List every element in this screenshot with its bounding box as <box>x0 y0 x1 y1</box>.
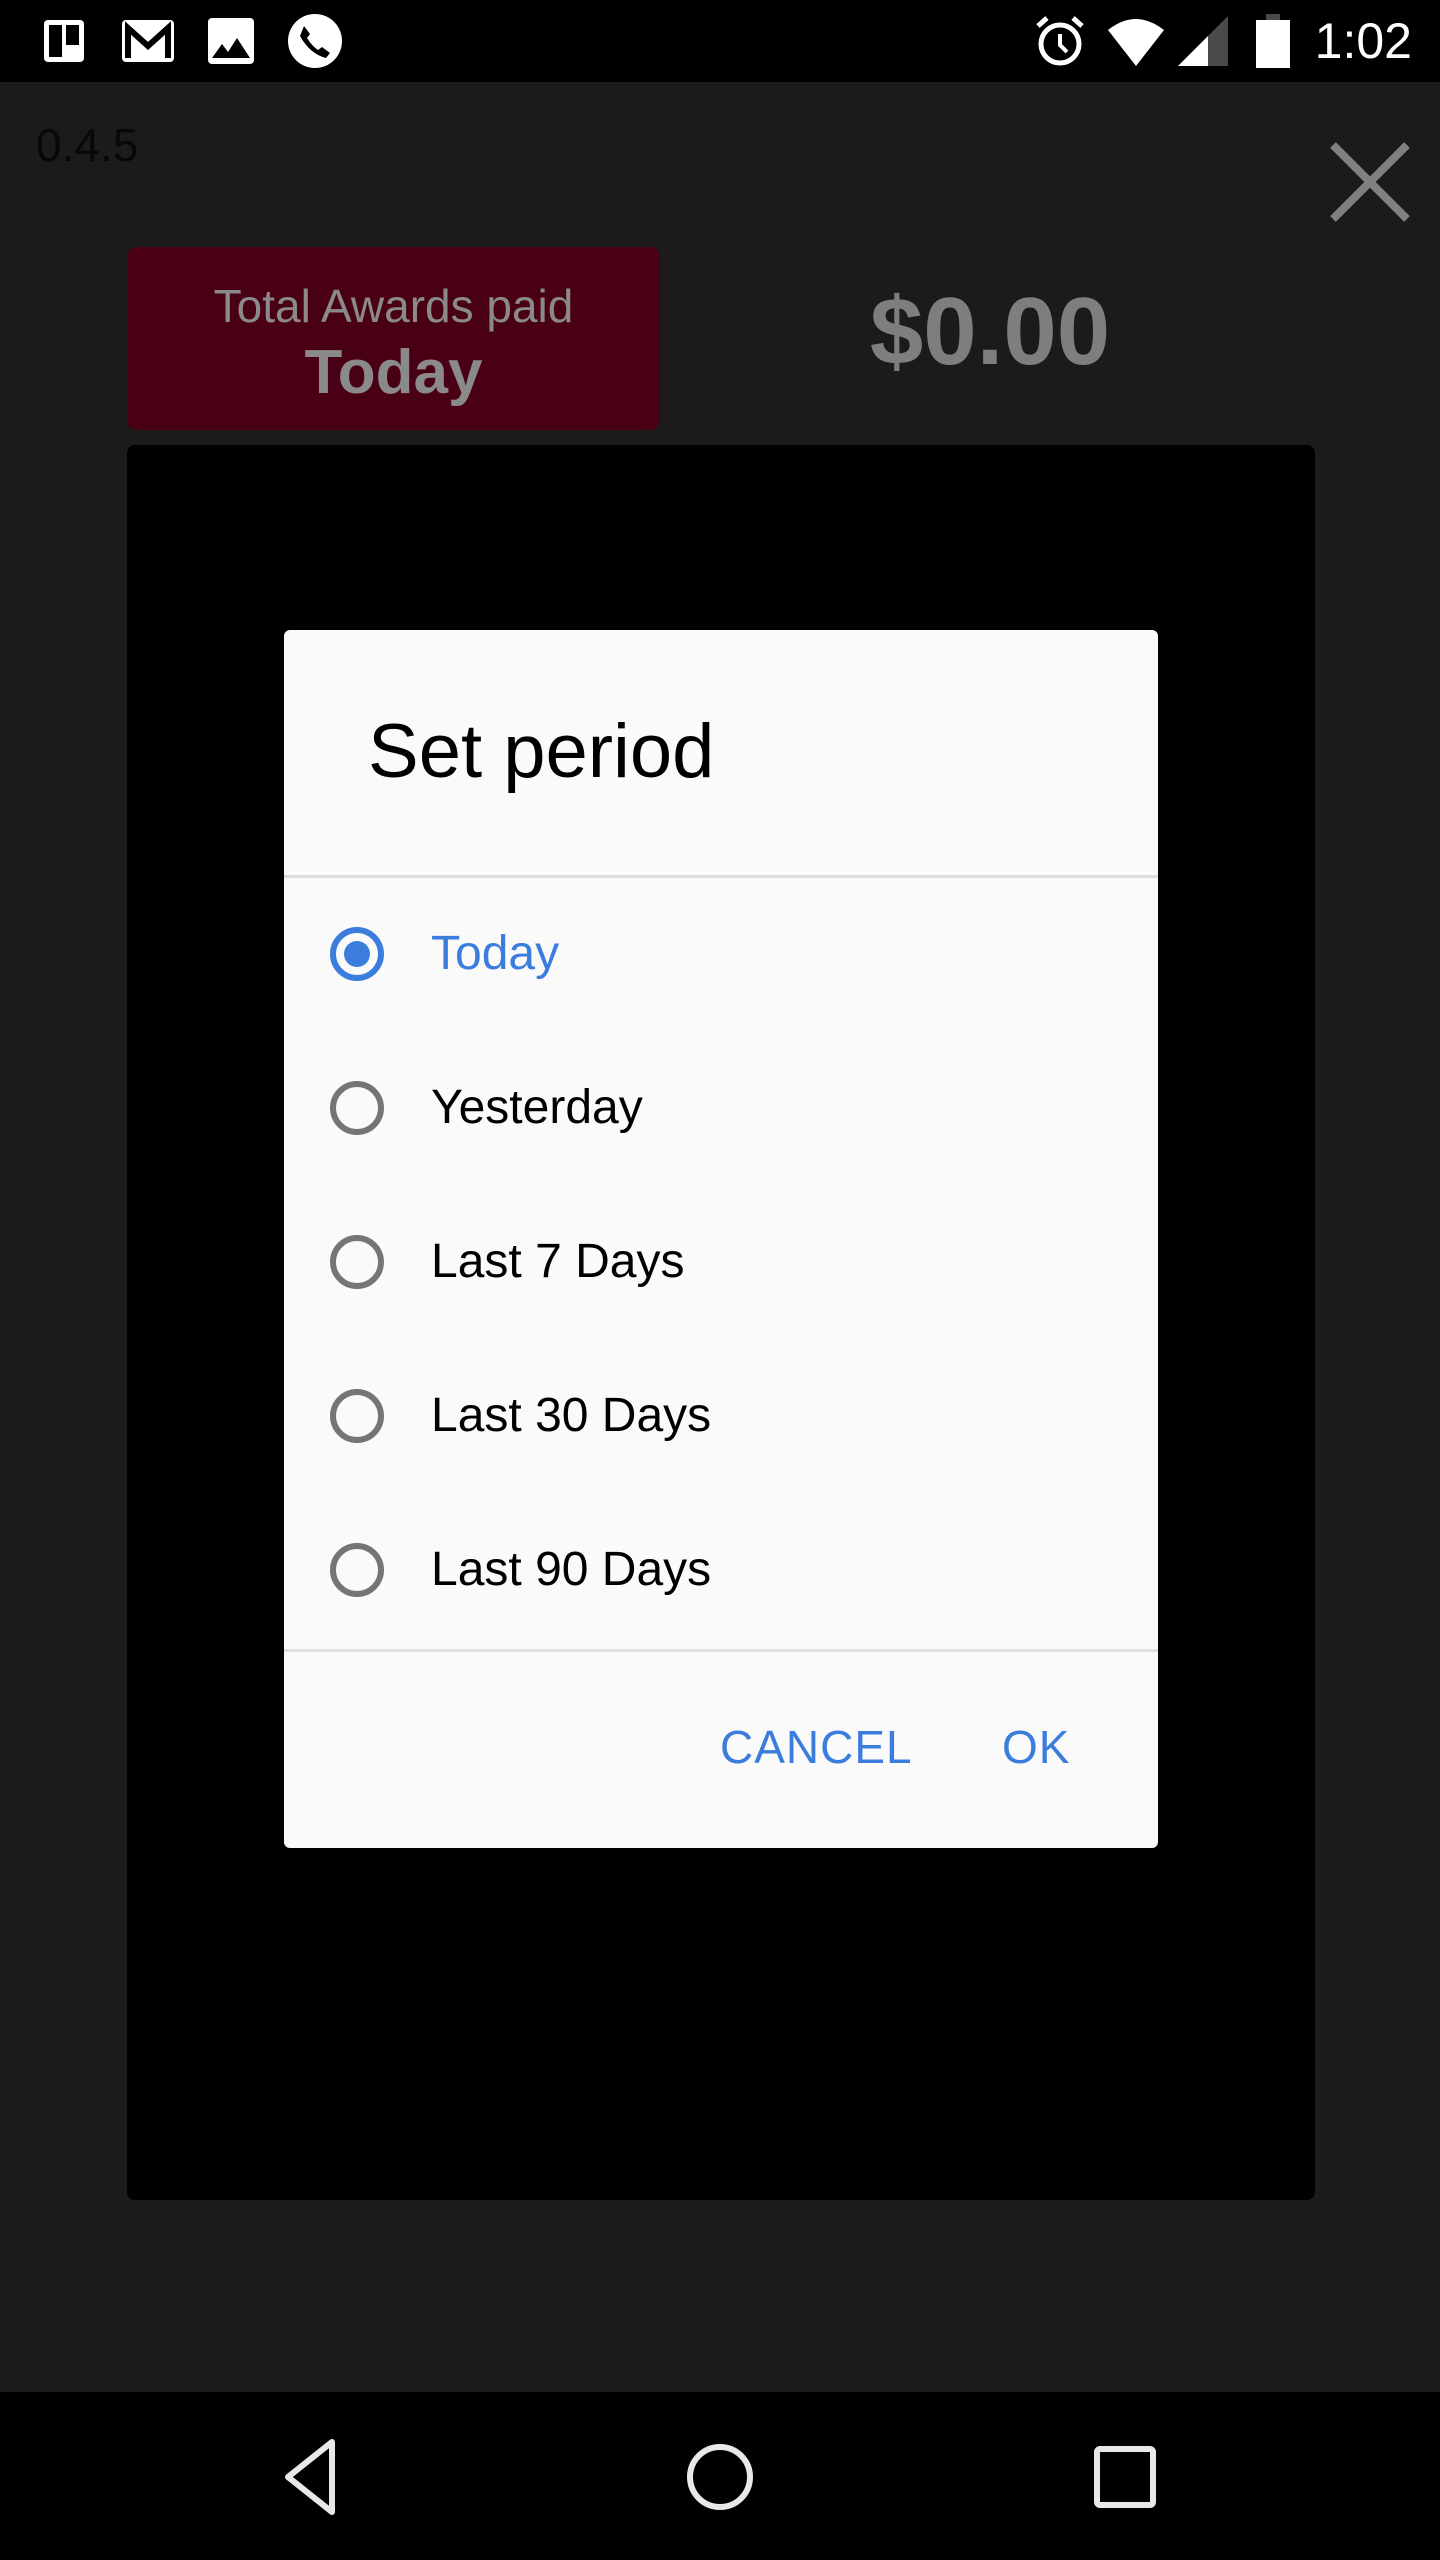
phone-call-icon <box>288 14 342 68</box>
cell-signal-icon <box>1178 16 1228 66</box>
period-banner[interactable]: Total Awards paid Today <box>127 247 660 430</box>
radio-unchecked-icon[interactable] <box>329 1080 385 1136</box>
navigation-bar <box>0 2392 1440 2560</box>
option-last-30-days[interactable]: Last 30 Days <box>284 1339 1158 1493</box>
dialog-title: Set period <box>368 709 715 794</box>
home-icon[interactable] <box>675 2432 765 2522</box>
option-last-7-days[interactable]: Last 7 Days <box>284 1185 1158 1339</box>
banner-period: Today <box>304 338 483 407</box>
status-time: 1:02 <box>1314 13 1412 69</box>
cancel-button[interactable]: CANCEL <box>720 1717 913 1777</box>
option-label: Today <box>431 927 560 980</box>
option-label: Last 7 Days <box>431 1235 685 1288</box>
ok-button[interactable]: OK <box>1002 1717 1070 1777</box>
total-amount: $0.00 <box>869 278 1111 385</box>
option-label: Yesterday <box>431 1081 643 1134</box>
radio-unchecked-icon[interactable] <box>329 1234 385 1290</box>
option-today[interactable]: Today <box>284 877 1158 1031</box>
option-label: Last 30 Days <box>431 1389 712 1442</box>
version-label: 0.4.5 <box>36 119 139 171</box>
radio-unchecked-icon[interactable] <box>329 1388 385 1444</box>
status-bar: 1:02 <box>0 0 1440 82</box>
back-icon[interactable] <box>270 2432 360 2522</box>
gallery-icon <box>208 18 254 64</box>
radio-checked-icon[interactable] <box>329 926 385 982</box>
gmail-icon <box>122 20 174 62</box>
banner-label: Total Awards paid <box>213 280 574 332</box>
recents-icon[interactable] <box>1080 2432 1170 2522</box>
radio-unchecked-icon[interactable] <box>329 1542 385 1598</box>
trello-icon <box>44 20 84 62</box>
dialog-divider-bottom <box>284 1649 1158 1652</box>
option-label: Last 90 Days <box>431 1543 712 1596</box>
set-period-dialog: Set period Today Yesterday Last 7 Days L… <box>284 630 1158 1848</box>
battery-icon <box>1256 14 1290 68</box>
alarm-icon <box>1036 16 1084 66</box>
close-icon[interactable] <box>1325 137 1415 227</box>
wifi-icon <box>1108 19 1164 66</box>
option-last-90-days[interactable]: Last 90 Days <box>284 1493 1158 1647</box>
option-yesterday[interactable]: Yesterday <box>284 1031 1158 1185</box>
